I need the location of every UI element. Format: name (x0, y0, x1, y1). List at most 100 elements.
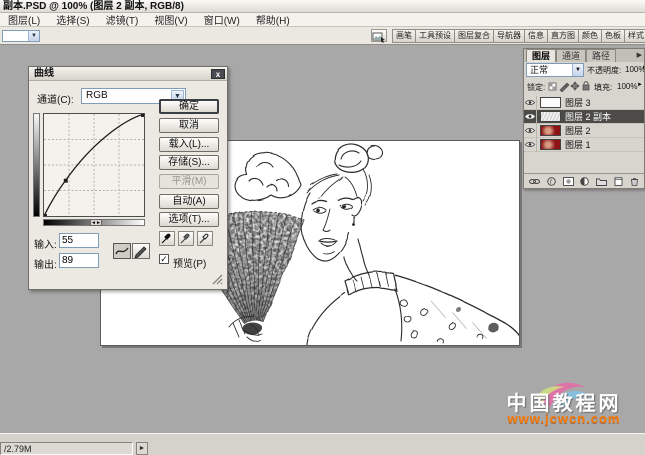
curves-dialog-titlebar[interactable]: 曲线 x (29, 67, 227, 81)
curve-grid[interactable] (43, 113, 145, 217)
point-curve-tool-button[interactable] (113, 243, 131, 259)
palette-tab-layer-comps[interactable]: 图层复合 (455, 29, 494, 43)
layer-name[interactable]: 图层 2 副本 (565, 110, 611, 123)
input-label: 输入: (34, 236, 57, 251)
layer-row-1[interactable]: 图层 1 (524, 138, 644, 152)
blend-mode-value: 正常 (530, 65, 548, 75)
menu-select[interactable]: 选择(S) (56, 12, 89, 27)
adjustment-layer-icon[interactable] (580, 177, 589, 186)
close-icon[interactable]: x (211, 69, 225, 79)
preview-checkbox[interactable]: ✓ (159, 254, 169, 264)
layer-name[interactable]: 图层 2 (565, 124, 591, 137)
chevron-down-icon[interactable]: ▼ (28, 31, 39, 41)
lock-position-icon (571, 82, 579, 90)
opacity-label: 不透明度: (587, 65, 621, 76)
ok-button[interactable]: 确定 (159, 99, 219, 114)
palette-tab-histogram[interactable]: 直方图 (548, 29, 579, 43)
resize-grip-icon[interactable] (212, 274, 223, 285)
layer-row-2[interactable]: 图层 2 (524, 124, 644, 138)
fill-spinner-icon[interactable]: ► (637, 82, 643, 88)
visibility-eye-icon[interactable] (524, 124, 537, 138)
layer-thumbnail[interactable] (540, 111, 561, 122)
cancel-button[interactable]: 取消 (159, 118, 219, 133)
palette-tab-brushes[interactable]: 画笔 (392, 29, 416, 43)
menu-help[interactable]: 帮助(H) (256, 12, 290, 27)
palette-tab-navigator[interactable]: 导航器 (494, 29, 525, 43)
new-layer-icon[interactable] (614, 177, 623, 186)
panel-menu-icon[interactable]: ▶ (637, 50, 642, 62)
visibility-eye-icon[interactable] (524, 110, 537, 124)
chevron-down-icon[interactable]: ▼ (572, 64, 583, 76)
layer-name[interactable]: 图层 3 (565, 96, 591, 109)
menu-view[interactable]: 视图(V) (154, 12, 187, 27)
palette-tab-styles[interactable]: 样式 (625, 29, 645, 43)
input-value-field[interactable] (59, 233, 99, 248)
lock-all-icon (583, 82, 589, 90)
fill-label: 填充: (594, 82, 612, 93)
layer-name[interactable]: 图层 1 (565, 138, 591, 151)
output-value-field[interactable] (59, 253, 99, 268)
palette-tab-swatches[interactable]: 色板 (602, 29, 625, 43)
menu-filter[interactable]: 滤镜(T) (106, 12, 139, 27)
lock-icons[interactable] (548, 81, 590, 92)
gradient-flip-icon[interactable]: ◄► (90, 219, 102, 226)
tool-preset-picker[interactable]: ▼ (2, 30, 40, 42)
go-to-bridge-button[interactable] (371, 29, 387, 42)
curve-plot (44, 114, 144, 216)
palette-tab-tool-presets[interactable]: 工具预设 (416, 29, 455, 43)
auto-button[interactable]: 自动(A) (159, 194, 219, 209)
tab-layers[interactable]: 图层 (526, 49, 556, 62)
layer-mask-icon[interactable] (563, 177, 574, 186)
pencil-icon (133, 244, 149, 258)
black-point-eyedropper[interactable] (159, 231, 175, 246)
watermark: 中国教程网 www.jcwcn.com (486, 381, 642, 431)
options-bar: ▼ 画笔 工具预设 图层复合 导航器 信息 直方图 颜色 色板 样式 历史记录 (0, 27, 645, 45)
white-point-eyedropper[interactable] (197, 231, 213, 246)
options-button[interactable]: 选项(T)... (159, 212, 219, 227)
fill-value[interactable]: 100% (617, 82, 637, 91)
layer-row-3[interactable]: 图层 3 (524, 96, 644, 110)
eyedropper-icon (160, 232, 174, 245)
status-arrow-icon[interactable]: ► (136, 442, 148, 455)
menu-layer[interactable]: 图层(L) (8, 12, 40, 27)
window-title: 副本.PSD @ 100% (图层 2 副本, RGB/8) (3, 1, 184, 12)
link-layers-icon[interactable] (529, 177, 540, 186)
layer-thumbnail[interactable] (540, 97, 561, 108)
lock-transparent-icon (549, 83, 556, 90)
layer-thumbnail[interactable] (540, 125, 561, 136)
curve-tool-icon (114, 244, 130, 258)
save-button[interactable]: 存储(S)... (159, 155, 219, 170)
tab-paths[interactable]: 路径 (586, 49, 616, 62)
delete-layer-icon[interactable] (630, 177, 639, 186)
layers-panel-tabs: 图层 通道 路径 ▶ (524, 49, 644, 62)
blend-mode-select[interactable]: 正常 ▼ (526, 63, 584, 77)
output-gradient-bar (33, 113, 40, 217)
curves-dialog-title: 曲线 (34, 68, 54, 79)
status-bar: /2.79M ► (0, 433, 645, 455)
layer-group-icon[interactable] (596, 177, 607, 186)
layer-style-icon[interactable]: f (547, 177, 556, 186)
output-label: 输出: (34, 256, 57, 271)
curve-endpoint-low (44, 214, 47, 216)
tab-channels[interactable]: 通道 (556, 49, 586, 62)
menu-window[interactable]: 窗口(W) (204, 12, 240, 27)
curve-endpoint-high (141, 114, 144, 117)
channel-value: RGB (86, 90, 108, 101)
visibility-eye-icon[interactable] (524, 138, 537, 152)
lock-paint-icon (560, 83, 569, 92)
bridge-icon (372, 32, 386, 43)
visibility-eye-icon[interactable] (524, 96, 537, 110)
window-titlebar: 副本.PSD @ 100% (图层 2 副本, RGB/8) (0, 0, 645, 13)
palette-tab-info[interactable]: 信息 (525, 29, 548, 43)
eyedropper-icon (198, 232, 212, 245)
layer-thumbnail[interactable] (540, 139, 561, 150)
channel-label: 通道(C): (37, 91, 74, 106)
load-button[interactable]: 载入(L)... (159, 137, 219, 152)
workspace: 曲线 x 通道(C): RGB ▼ (0, 45, 645, 433)
pencil-curve-tool-button[interactable] (132, 243, 150, 259)
layer-row-2-copy[interactable]: 图层 2 副本 (524, 110, 644, 124)
input-gradient-bar: ◄► (43, 219, 145, 226)
document-size-field[interactable]: /2.79M (0, 442, 133, 455)
palette-tab-color[interactable]: 颜色 (579, 29, 602, 43)
gray-point-eyedropper[interactable] (178, 231, 194, 246)
